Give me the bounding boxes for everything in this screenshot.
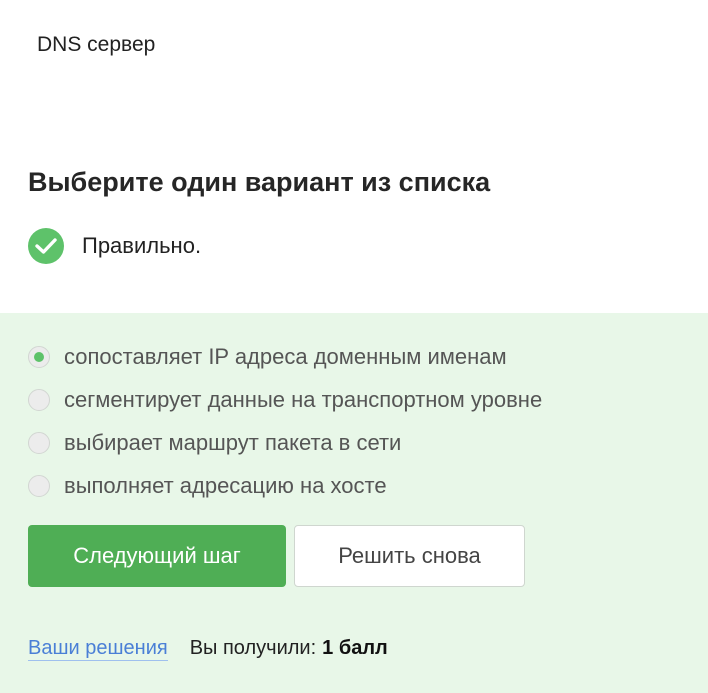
option-label[interactable]: сопоставляет IP адреса доменным именам <box>64 344 507 370</box>
score-value: 1 балл <box>322 637 388 659</box>
option-item[interactable]: выполняет адресацию на хосте <box>28 464 542 507</box>
your-solutions-link[interactable]: Ваши решения <box>28 637 168 661</box>
check-circle-icon <box>28 228 64 264</box>
quiz-step-page: DNS сервер Выберите один вариант из спис… <box>0 0 708 693</box>
submission-footer: Ваши решения Вы получили: 1 балл <box>28 637 388 661</box>
radio-button[interactable] <box>28 474 50 497</box>
step-text: DNS сервер <box>37 33 156 56</box>
option-label[interactable]: сегментирует данные на транспортном уров… <box>64 387 542 413</box>
option-label[interactable]: выбирает маршрут пакета в сети <box>64 430 401 456</box>
radio-button[interactable] <box>28 431 50 454</box>
solve-again-button[interactable]: Решить снова <box>294 525 525 587</box>
option-item[interactable]: сегментирует данные на транспортном уров… <box>28 378 542 421</box>
feedback-correct: Правильно. <box>28 228 201 264</box>
feedback-text: Правильно. <box>82 233 202 258</box>
radio-dot <box>34 351 44 362</box>
task-title: Выберите один вариант из списка <box>28 167 491 197</box>
score-label: Вы получили: <box>189 637 317 659</box>
option-label[interactable]: выполняет адресацию на хосте <box>64 473 387 499</box>
answer-panel: сопоставляет IP адреса доменным именам с… <box>0 313 708 693</box>
options-list: сопоставляет IP адреса доменным именам с… <box>28 335 542 507</box>
option-item[interactable]: сопоставляет IP адреса доменным именам <box>28 335 542 378</box>
next-step-button[interactable]: Следующий шаг <box>28 525 286 587</box>
radio-button-selected[interactable] <box>28 345 50 368</box>
radio-button[interactable] <box>28 388 50 411</box>
option-item[interactable]: выбирает маршрут пакета в сети <box>28 421 542 464</box>
